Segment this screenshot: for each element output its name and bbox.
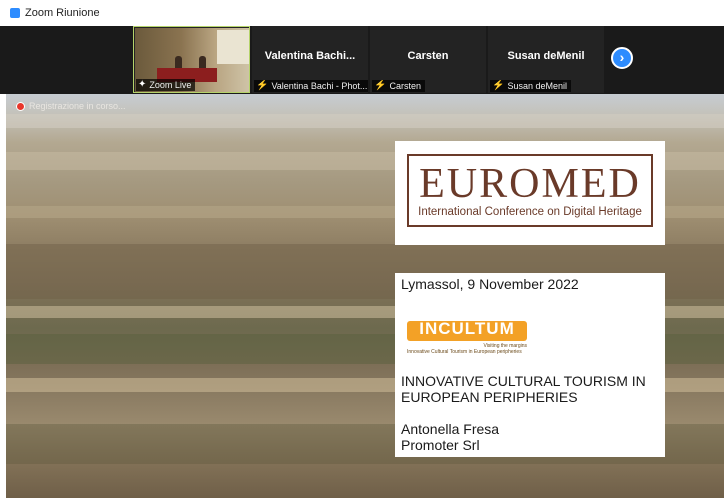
- speaker-name: Antonella Fresa: [401, 421, 500, 437]
- participant-tile-zoom-live[interactable]: ✦ Zoom Live: [133, 26, 250, 93]
- camera-icon: ✦: [138, 79, 147, 90]
- title-bar: Zoom Riunione: [0, 0, 724, 26]
- mic-muted-icon: ⚡: [492, 80, 505, 91]
- participant-footer-name: Susan deMenil: [507, 81, 567, 91]
- chevron-right-icon: ›: [619, 49, 625, 65]
- talk-title-line-1: INNOVATIVE CULTURAL TOURISM IN: [401, 373, 646, 389]
- euromed-logo: EUROMED International Conference on Digi…: [407, 154, 653, 227]
- participant-footer: ✦ Zoom Live: [136, 79, 196, 91]
- participant-footer: ⚡ Susan deMenil: [490, 80, 571, 92]
- speaker-organization: Promoter Srl: [401, 437, 480, 453]
- shared-screen: Registrazione in corso... EUROMED Intern…: [6, 94, 724, 498]
- participant-footer-name: Zoom Live: [149, 80, 192, 90]
- participant-strip: ✦ Zoom Live Valentina Bachi... ⚡ Valenti…: [0, 26, 724, 94]
- incultum-tagline-2: Innovative Cultural Tourism in European …: [407, 349, 522, 355]
- next-participants-button[interactable]: ›: [611, 47, 633, 69]
- incultum-logo-word: INCULTUM: [419, 319, 515, 338]
- recording-label: Registrazione in corso...: [29, 101, 126, 111]
- recording-indicator: Registrazione in corso...: [16, 101, 126, 111]
- talk-title-line-2: EUROPEAN PERIPHERIES: [401, 389, 578, 405]
- euromed-logo-word: EUROMED: [419, 161, 641, 207]
- participant-name: Valentina Bachi...: [264, 50, 356, 62]
- participant-footer-name: Valentina Bachi - Phot...: [271, 81, 368, 91]
- participant-footer: ⚡ Carsten: [372, 80, 425, 92]
- euromed-logo-subtitle: International Conference on Digital Heri…: [418, 206, 642, 218]
- participant-tile-valentina[interactable]: Valentina Bachi... ⚡ Valentina Bachi - P…: [252, 26, 368, 93]
- participant-tile-susan[interactable]: Susan deMenil ⚡ Susan deMenil: [488, 26, 604, 93]
- participant-footer-name: Carsten: [389, 81, 421, 91]
- incultum-logo: INCULTUM Visiting the margins Innovative…: [407, 319, 529, 357]
- mic-muted-icon: ⚡: [374, 80, 387, 91]
- participant-name: Susan deMenil: [507, 50, 585, 62]
- euromed-logo-card: EUROMED International Conference on Digi…: [395, 141, 665, 245]
- participant-footer: ⚡ Valentina Bachi - Phot...: [254, 80, 368, 92]
- location-date: Lymassol, 9 November 2022: [401, 276, 579, 292]
- slide-text-card: Lymassol, 9 November 2022 INCULTUM Visit…: [395, 273, 665, 457]
- participant-name: Carsten: [407, 50, 449, 62]
- participant-tile-carsten[interactable]: Carsten ⚡ Carsten: [370, 26, 486, 93]
- landscape-band: [6, 114, 724, 128]
- record-icon: [16, 101, 25, 111]
- window-title: Zoom Riunione: [25, 7, 100, 19]
- zoom-app-icon: [10, 8, 20, 18]
- mic-muted-icon: ⚡: [256, 80, 269, 91]
